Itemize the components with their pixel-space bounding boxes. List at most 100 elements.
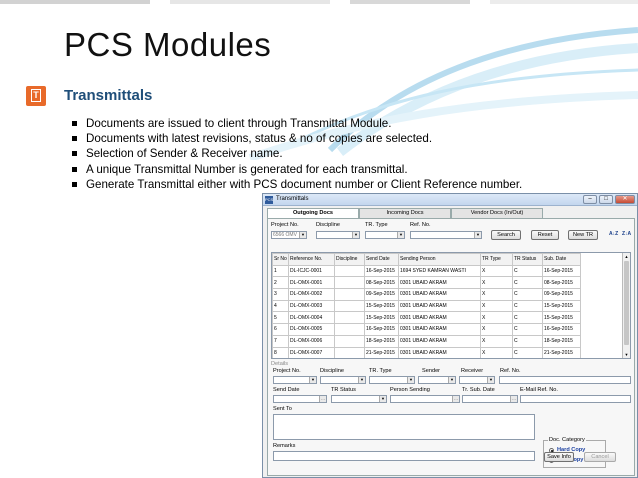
column-header[interactable]: Reference No. <box>288 253 335 266</box>
table-cell: DL-OMX-0006 <box>288 334 335 348</box>
table-cell: 18-Sep-2015 <box>364 334 399 348</box>
new-tr-button[interactable]: New TR <box>568 230 598 240</box>
chevron-down-icon[interactable]: ▼ <box>352 232 359 238</box>
sort-ascending-icon[interactable]: A↓Z <box>609 229 618 239</box>
sender-select[interactable]: ▼ <box>418 376 456 384</box>
tab-vendor-docs[interactable]: Vendor Docs (In/Out) <box>451 208 543 218</box>
close-button[interactable]: ✕ <box>615 195 635 204</box>
table-cell: 15-Sep-2015 <box>542 311 581 325</box>
chevron-down-icon[interactable]: ▼ <box>358 377 365 383</box>
column-header[interactable]: Discipline <box>334 253 365 266</box>
table-row[interactable]: 1 DL-ICJC-0001 16-Sep-2015 1694 SYED KAMRAN… <box>272 264 581 278</box>
table-cell: C <box>512 346 543 358</box>
discipline-select[interactable]: ▼ <box>316 231 360 239</box>
chevron-down-icon[interactable]: ▼ <box>379 396 386 402</box>
sent-to-label: Sent To <box>273 406 292 412</box>
restore-button[interactable]: □ <box>599 195 613 204</box>
table-row[interactable]: 2 DL-OMX-0001 08-Sep-2015 0301 UBAID AKRAM X… <box>272 276 581 290</box>
tr-type-select[interactable]: ▼ <box>365 231 405 239</box>
detail-discipline-select[interactable]: ▼ <box>320 376 366 384</box>
column-header[interactable]: Sub. Date <box>542 253 581 266</box>
minimize-button[interactable]: – <box>583 195 597 204</box>
table-cell: 08-Sep-2015 <box>364 276 399 290</box>
chevron-down-icon[interactable]: ▼ <box>448 377 455 383</box>
remarks-field[interactable] <box>273 451 535 461</box>
tr-status-select[interactable]: ▼ <box>331 395 387 403</box>
tr-type-label: TR. Type <box>365 222 388 228</box>
scrollbar-thumb[interactable] <box>624 261 629 345</box>
grid-scrollbar[interactable]: ▲ ▼ <box>622 253 630 358</box>
sent-to-field[interactable] <box>273 414 535 440</box>
detail-ref-no-field[interactable] <box>499 376 631 384</box>
table-cell: C <box>512 311 543 325</box>
table-cell <box>334 346 365 358</box>
project-no-field[interactable]: 6566 OMV ▼ <box>271 231 307 239</box>
chevron-down-icon[interactable]: ▼ <box>397 232 404 238</box>
table-cell: C <box>512 323 543 336</box>
receiver-select[interactable]: ▼ <box>459 376 495 384</box>
table-row[interactable]: 4 DL-OMX-0003 15-Sep-2015 0301 UBAID AKRAM X… <box>272 299 581 313</box>
ref-no-label: Ref. No. <box>410 222 431 228</box>
column-header[interactable]: TR Status <box>512 253 543 266</box>
detail-discipline-label: Discipline <box>320 368 344 374</box>
table-cell: 08-Sep-2015 <box>542 276 581 290</box>
email-ref-no-field[interactable] <box>520 395 631 403</box>
sort-descending-icon[interactable]: Z↓A <box>622 229 631 239</box>
bullet-item: Selection of Sender & Receiver name. <box>70 146 630 161</box>
detail-tr-type-select[interactable]: ▼ <box>369 376 415 384</box>
table-cell: 0301 UBAID AKRAM <box>398 276 481 290</box>
tab-incoming-docs[interactable]: Incoming Docs <box>359 208 451 218</box>
column-header[interactable]: Sr No <box>272 253 289 266</box>
table-cell: 4 <box>272 299 289 313</box>
table-cell: 0301 UBAID AKRAM <box>398 334 481 348</box>
person-sending-field[interactable]: … <box>390 395 460 403</box>
table-row[interactable]: 7 DL-OMX-0006 18-Sep-2015 0301 UBAID AKRAM X… <box>272 334 581 348</box>
cancel-button[interactable]: Cancel <box>584 452 616 462</box>
table-cell: C <box>512 276 543 290</box>
scroll-down-icon[interactable]: ▼ <box>623 351 630 358</box>
table-cell: DL-OMX-0002 <box>288 288 335 301</box>
project-no-label: Project No. <box>271 222 299 228</box>
app-icon: PCS <box>265 196 274 204</box>
chevron-down-icon[interactable]: ▼ <box>309 377 316 383</box>
bullet-item: Documents with latest revisions, status … <box>70 131 630 146</box>
table-cell: 15-Sep-2015 <box>542 299 581 313</box>
calendar-icon[interactable]: … <box>510 396 517 402</box>
tr-status-label: TR Status <box>331 387 356 393</box>
table-cell: 0301 UBAID AKRAM <box>398 299 481 313</box>
table-row[interactable]: 6 DL-OMX-0005 16-Sep-2015 0301 UBAID AKRAM X… <box>272 323 581 336</box>
chevron-down-icon[interactable]: ▼ <box>407 377 414 383</box>
send-date-field[interactable]: … <box>273 395 327 403</box>
chevron-down-icon[interactable]: ▼ <box>474 232 481 238</box>
chevron-down-icon[interactable]: ▼ <box>487 377 494 383</box>
transmittals-grid: Sr No Reference No. Discipline Send Date… <box>271 252 631 359</box>
ref-no-select[interactable]: ▼ <box>410 231 482 239</box>
table-cell: 15-Sep-2015 <box>364 299 399 313</box>
table-cell: X <box>480 264 513 278</box>
chevron-down-icon[interactable]: ▼ <box>299 232 306 238</box>
calendar-icon[interactable]: … <box>319 396 326 402</box>
tr-sub-date-label: Tr. Sub. Date <box>462 387 495 393</box>
transmittals-window: PCS Transmittals – □ ✕ Outgoing Docs Inc… <box>262 193 638 478</box>
column-header[interactable]: TR Type <box>480 253 513 266</box>
table-cell: 09-Sep-2015 <box>364 288 399 301</box>
table-cell: 1694 SYED KAMRAN WASTI <box>398 264 481 278</box>
table-row[interactable]: 5 DL-OMX-0004 15-Sep-2015 0301 UBAID AKRAM X… <box>272 311 581 325</box>
tr-sub-date-field[interactable]: … <box>462 395 518 403</box>
table-cell: C <box>512 264 543 278</box>
table-cell: X <box>480 288 513 301</box>
reset-button[interactable]: Reset <box>531 230 559 240</box>
table-cell <box>334 334 365 348</box>
doc-category-label: Doc. Category <box>548 437 586 443</box>
column-header[interactable]: Send Date <box>364 253 399 266</box>
table-cell: 09-Sep-2015 <box>542 288 581 301</box>
table-row[interactable]: 8 DL-OMX-0007 21-Sep-2015 0301 UBAID AKRAM X… <box>272 346 581 358</box>
search-button[interactable]: Search <box>491 230 521 240</box>
column-header[interactable]: Sending Person <box>398 253 481 266</box>
bullet-item: Generate Transmittal either with PCS doc… <box>70 177 630 192</box>
ellipsis-icon[interactable]: … <box>452 396 459 402</box>
table-row[interactable]: 3 DL-OMX-0002 09-Sep-2015 0301 UBAID AKRAM X… <box>272 288 581 301</box>
detail-project-no-select[interactable]: ▼ <box>273 376 317 384</box>
save-info-button[interactable]: Save Info <box>544 452 574 462</box>
scroll-up-icon[interactable]: ▲ <box>623 253 630 260</box>
